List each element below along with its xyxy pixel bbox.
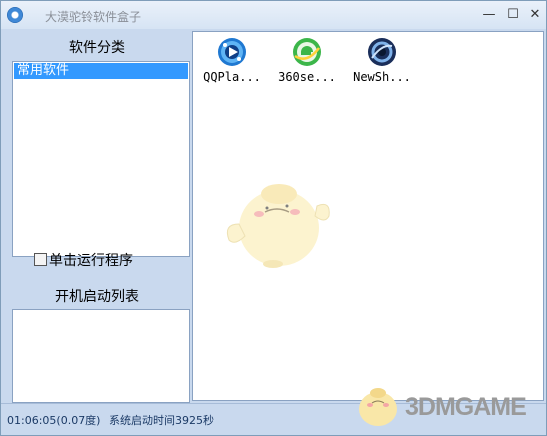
title-bar[interactable]: 大漠驼铃软件盒子 — ☐ ✕	[1, 1, 546, 29]
app-label: QQPla...	[203, 70, 261, 84]
boot-list-heading: 开机启动列表	[55, 289, 139, 305]
window-title: 大漠驼铃软件盒子	[45, 10, 142, 24]
single-click-run-option[interactable]: 单击运行程序	[34, 251, 133, 271]
software-grid[interactable]: QQPla... 360se... NewSh...	[192, 31, 544, 401]
app-tile-qqplayer[interactable]: QQPla...	[196, 34, 268, 90]
category-heading: 软件分类	[69, 40, 125, 56]
minimize-button[interactable]: —	[479, 5, 499, 25]
app-label: 360se...	[278, 70, 336, 84]
single-click-label: 单击运行程序	[49, 253, 133, 269]
status-time: 01:06:05(0.07度)	[7, 414, 101, 427]
mascot-illustration	[226, 184, 330, 268]
close-button[interactable]: ✕	[525, 5, 545, 25]
watermark: 3DMGAME	[353, 379, 543, 433]
app-tile-360se[interactable]: 360se...	[271, 34, 343, 90]
watermark-mascot-icon	[359, 388, 397, 426]
status-boot-time: 系统启动时间3925秒	[109, 414, 214, 427]
category-item-common[interactable]: 常用软件	[14, 63, 188, 79]
category-list[interactable]: 常用软件	[12, 61, 190, 257]
left-panel: 软件分类 常用软件 单击运行程序 开机启动列表	[4, 31, 190, 403]
app-label: NewSh...	[353, 70, 411, 84]
maximize-button[interactable]: ☐	[503, 5, 523, 25]
single-click-checkbox[interactable]	[34, 253, 47, 266]
boot-list[interactable]	[12, 309, 190, 403]
app-window: 大漠驼铃软件盒子 — ☐ ✕ 软件分类 常用软件 单击运行程序 开机启动列表 Q…	[0, 0, 547, 436]
360-browser-icon	[293, 38, 321, 66]
watermark-text: 3DMGAME	[405, 393, 527, 421]
app-tile-newsh[interactable]: NewSh...	[346, 34, 418, 90]
newsh-icon	[368, 38, 396, 66]
app-icon	[7, 7, 23, 23]
qqplayer-icon	[218, 38, 246, 66]
